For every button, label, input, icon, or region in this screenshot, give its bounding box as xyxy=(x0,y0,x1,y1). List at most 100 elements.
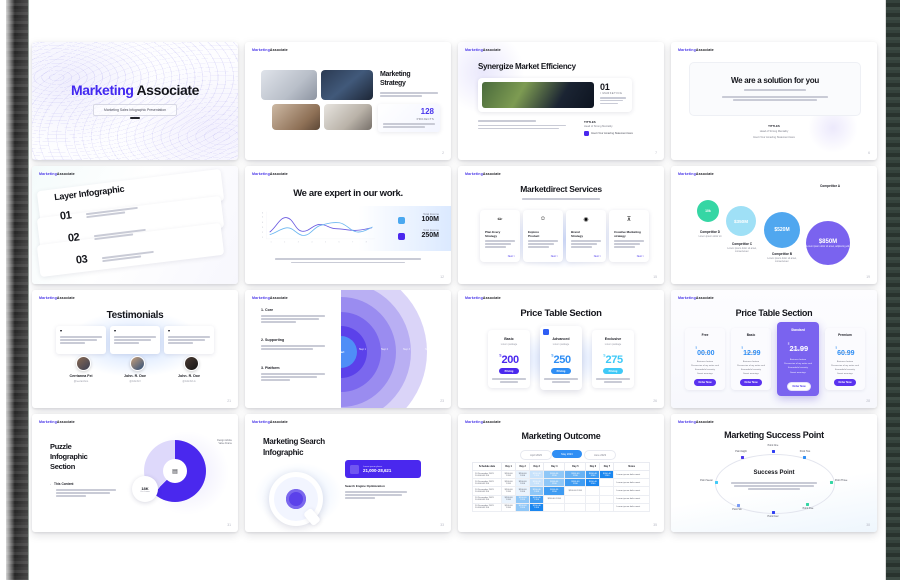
slide-price-table-3[interactable]: MarketingAssociate Price Table Section B… xyxy=(458,290,664,408)
slide-success-point[interactable]: MarketingAssociate Marketing Success Poi… xyxy=(671,414,877,532)
service-link-1[interactable]: Next > xyxy=(508,255,515,258)
slide-marketing-outcome[interactable]: MarketingAssociate Marketing Outcome Apr… xyxy=(458,414,664,532)
slide-we-are-expert[interactable]: MarketingAssociate We are expert in our … xyxy=(245,166,451,284)
slide-solution[interactable]: MarketingAssociate We are a solution for… xyxy=(671,42,877,160)
slide-subtitle xyxy=(522,198,600,200)
bubble-competitor-d[interactable]: 10k xyxy=(697,200,719,222)
plan-card-exclusive[interactable]: Exclusive Lorem package $275 Pricing xyxy=(592,330,634,388)
point-dot-3[interactable] xyxy=(803,456,806,459)
point-dot-4[interactable] xyxy=(715,481,718,484)
slide-title: Marketing Success Point xyxy=(724,430,824,440)
badge-label: Our Lorem xyxy=(140,490,150,493)
page-number: 28 xyxy=(866,399,870,403)
service-title-3: Brand Strategy xyxy=(571,230,584,238)
slide-cover[interactable]: Marketing Associate Marketing Sales Info… xyxy=(32,42,238,160)
plan-card-advanced[interactable]: Advanced Lorem package $250 Pricing xyxy=(540,326,582,390)
plan-button-standard[interactable]: Order Now xyxy=(787,382,811,391)
slide-footer: TITTLES Head of Strong Mentality Insert … xyxy=(671,124,877,139)
bubble-competitor-a[interactable]: $850M Lorem ipsum dolor sit amet, adipis… xyxy=(806,221,850,265)
point-dot-2[interactable] xyxy=(741,456,744,459)
testimonial-name-2: John. R. Doe xyxy=(124,374,146,378)
plan-card-standard[interactable]: Standard $21.99 per month Business featu… xyxy=(777,322,819,396)
th-day5: Day 5 xyxy=(564,462,587,471)
slide-body xyxy=(380,92,438,97)
point-dot-6[interactable] xyxy=(737,504,740,507)
hero-photo xyxy=(482,82,594,108)
footer-link[interactable]: Insert Your Amazing Statement Here xyxy=(671,136,877,139)
cover-title: Marketing Associate xyxy=(32,82,238,98)
svg-text:5: 5 xyxy=(325,241,326,243)
plan-button-free[interactable]: Order Now xyxy=(694,379,716,386)
slide-synergize[interactable]: MarketingAssociate Synergize Market Effi… xyxy=(458,42,664,160)
stat-card[interactable]: Lorem ipsum placer 21,000-28,621 xyxy=(345,460,421,478)
plan-card-basic[interactable]: Basic $12.99 per month Business feature … xyxy=(731,328,771,390)
testimonial-card-1[interactable]: ❞ xyxy=(56,326,106,354)
point-label-6: Point Six xyxy=(732,508,742,511)
slide-competitor-bubbles[interactable]: MarketingAssociate 10k Competitor D Lore… xyxy=(671,166,877,284)
plan-button-exclusive[interactable]: Pricing xyxy=(603,368,623,374)
testimonial-handle-3: @JohnKrLG xyxy=(182,380,196,383)
stat-label: PROJECTS xyxy=(416,117,434,121)
service-link-3[interactable]: Next > xyxy=(594,255,601,258)
chevron-right-icon: › xyxy=(50,482,51,486)
slide-logo: MarketingAssociate xyxy=(252,48,288,52)
slide-layer-infographic[interactable]: MarketingAssociate Layer Infographic 01 … xyxy=(32,166,238,284)
avatar-1 xyxy=(76,356,91,371)
slide-core-supporting-platform[interactable]: MarketingAssociate Start Step 1 Step 2 S… xyxy=(245,290,451,408)
slide-marketing-search[interactable]: MarketingAssociate Marketing Search Info… xyxy=(245,414,451,532)
bubble-body-b: Lorem ipsum dolor sit amet, consectetuer… xyxy=(767,257,797,263)
testimonial-card-3[interactable]: ❞ xyxy=(164,326,214,354)
plan-card-premium[interactable]: Premium $60.99 per month Business featur… xyxy=(825,328,865,390)
tab-may[interactable]: May 2023 xyxy=(552,450,582,458)
slide-title: Marketing Search Infographic xyxy=(263,437,325,457)
tab-april[interactable]: April 2023 xyxy=(520,450,552,460)
slide-puzzle-infographic[interactable]: MarketingAssociate Puzzle Infographic Se… xyxy=(32,414,238,532)
slide-title: We are a solution for you xyxy=(731,76,819,85)
slide-testimonials[interactable]: MarketingAssociate Testimonials ❞ Cerria… xyxy=(32,290,238,408)
slide-price-table-4[interactable]: MarketingAssociate Price Table Section F… xyxy=(671,290,877,408)
footer-sub: Head of Strong Mentality xyxy=(584,125,613,128)
plan-button-advanced[interactable]: Pricing xyxy=(551,368,571,374)
slide-logo: MarketingAssociate xyxy=(39,420,75,424)
point-label-7: Point Four xyxy=(767,515,779,518)
service-link-2[interactable]: Next > xyxy=(551,255,558,258)
plan-period-basic: per month xyxy=(746,352,756,354)
svg-text:6: 6 xyxy=(339,241,340,243)
compass-icon: ⊼ xyxy=(626,217,632,223)
table-header-row: Schedule date Day 1 Day 2 Day 3 Day 4 Da… xyxy=(471,462,650,471)
presentation-icon: ▤ xyxy=(163,459,187,483)
point-label-3: Point Two xyxy=(799,450,811,453)
bubble-competitor-b[interactable]: $520M xyxy=(764,212,800,248)
point-dot-5[interactable] xyxy=(830,481,833,484)
footer-link[interactable]: Insert Your Amazing Statement Here xyxy=(591,132,633,135)
slide-title: Synergize Market Efficiency xyxy=(478,62,576,71)
slide-marketdirect-services[interactable]: MarketingAssociate Marketdirect Services… xyxy=(458,166,664,284)
service-card-1[interactable]: ✏ Plan Every Strategy Next > xyxy=(480,210,520,262)
ring-label-1: Step 1 xyxy=(359,348,366,351)
bubble-body-d: Lorem ipsum dolor sit xyxy=(698,235,722,238)
service-link-4[interactable]: Next > xyxy=(637,255,644,258)
service-card-2[interactable]: ☺ Explore Product Next > xyxy=(523,210,563,262)
plan-button-premium[interactable]: Order Now xyxy=(834,379,856,386)
slide-marketing-strategy[interactable]: MarketingAssociate Marketing Strategy 12… xyxy=(245,42,451,160)
testimonial-card-2[interactable]: ❞ xyxy=(110,326,160,354)
plan-card-free[interactable]: Free $00.00 per month Business feature P… xyxy=(685,328,725,390)
ring-label-4: Step 4 xyxy=(425,348,432,351)
bubble-competitor-c[interactable]: $350M xyxy=(726,206,756,236)
slide-logo: MarketingAssociate xyxy=(252,420,288,424)
cover-underline xyxy=(130,117,140,119)
bubble-label-b: Competitor B xyxy=(771,252,793,256)
point-dot-7[interactable] xyxy=(772,511,775,514)
cover-subtitle: Marketing Sales Infographic Presentation xyxy=(92,104,178,116)
service-card-4[interactable]: ⊼ Creative Marketing strategy Next > xyxy=(609,210,649,262)
plan-button-basic[interactable]: Pricing xyxy=(499,368,519,374)
slide-logo: MarketingAssociate xyxy=(39,296,75,300)
page-number: 23 xyxy=(440,399,444,403)
plan-card-basic[interactable]: Basic Lorem package $200 Pricing xyxy=(488,330,530,388)
point-dot-8[interactable] xyxy=(806,503,809,506)
service-card-3[interactable]: ◉ Brand Strategy Next > xyxy=(566,210,606,262)
table-row: 10 December 2023 10.000-08.700 $200.40 1… xyxy=(471,502,650,512)
point-dot-1[interactable] xyxy=(772,450,775,453)
plan-button-basic[interactable]: Order Now xyxy=(740,379,762,386)
tab-june[interactable]: June 2023 xyxy=(584,450,616,460)
